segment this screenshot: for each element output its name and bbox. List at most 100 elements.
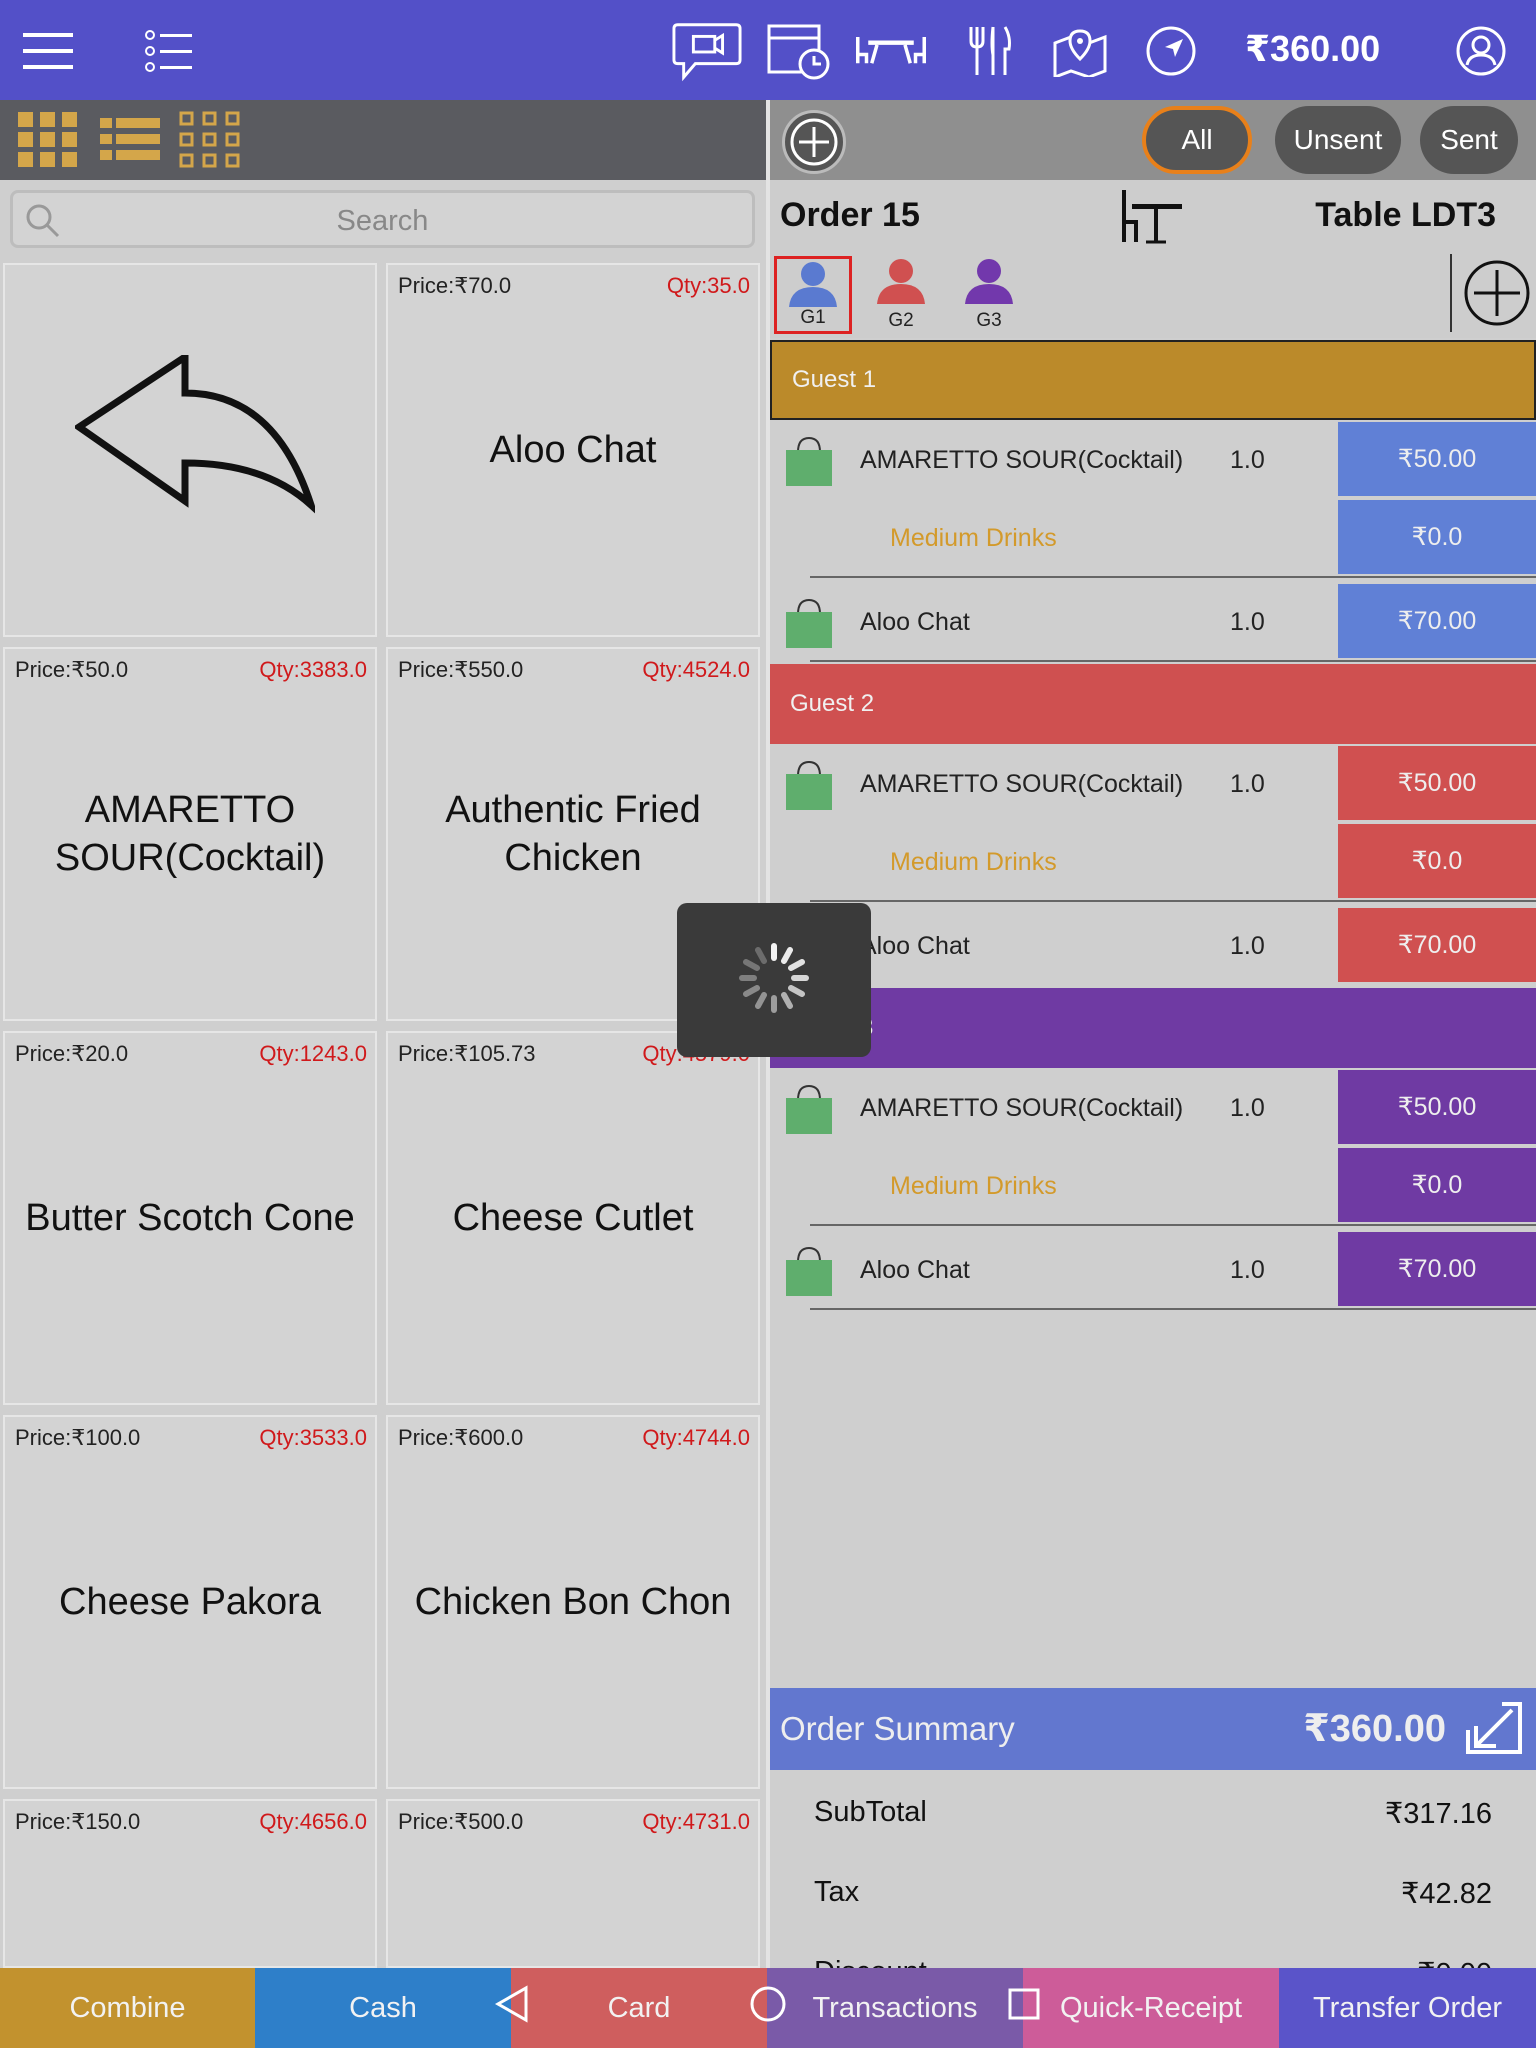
summary-total: ₹360.00 — [1303, 1708, 1446, 1750]
summary-value: ₹0.00 — [1417, 1956, 1492, 1968]
guest-header[interactable]: 3 — [770, 988, 1536, 1068]
item-price: ₹70.00 — [1338, 908, 1536, 982]
order-summary-header[interactable]: Order Summary ₹360.00 — [770, 1688, 1536, 1770]
search-placeholder: Search — [336, 205, 429, 237]
order-item[interactable]: AMARETTO SOUR(Cocktail) 1.0 ₹50.00 — [770, 746, 1536, 824]
product-tile[interactable]: Price:₹600.0 Qty:4744.0 Chicken Bon Chon — [386, 1415, 760, 1789]
nav-home-icon[interactable] — [748, 1984, 788, 2029]
grid-view-icon[interactable] — [16, 110, 80, 170]
product-price: Price:₹150.0 — [15, 1809, 141, 1834]
product-qty: Qty:4656.0 — [259, 1809, 367, 1834]
product-price: Price:₹20.0 — [15, 1041, 129, 1066]
back-tile[interactable] — [3, 263, 377, 637]
product-name: Butter Scotch Cone — [25, 1197, 355, 1239]
back-arrow-icon — [72, 350, 319, 540]
summary-value: ₹317.16 — [1384, 1798, 1492, 1830]
nav-recents-icon[interactable] — [1006, 1984, 1042, 2029]
bottom-action-bar: Combine Cash Card Transactions Quick-Rec… — [0, 1968, 1536, 2048]
product-tile[interactable]: Price:₹105.73 Qty:4579.0 Cheese Cutlet — [386, 1031, 760, 1405]
product-price: Price:₹105.73 — [398, 1041, 536, 1066]
transfer-order-button[interactable]: Transfer Order — [1279, 1968, 1536, 2048]
product-tile[interactable]: Price:₹20.0 Qty:1243.0 Butter Scotch Con… — [3, 1031, 377, 1405]
product-qty: Qty:4524.0 — [642, 657, 750, 682]
order-item[interactable]: Aloo Chat 1.0 ₹70.00 — [770, 584, 1536, 662]
product-tile[interactable]: Price:₹70.0 Qty:35.0 Aloo Chat — [386, 263, 760, 637]
order-panel: All Unsent Sent Order 15 Table LDT3 G1 G… — [770, 100, 1536, 1968]
table-name: Table LDT3 — [1315, 196, 1496, 234]
product-tile[interactable]: Price:₹50.0 Qty:3383.0 AMARETTO SOUR(Coc… — [3, 647, 377, 1021]
product-price: Price:₹600.0 — [398, 1425, 524, 1450]
product-name: AMARETTO SOUR(Cocktail) — [54, 789, 326, 879]
add-guest-icon[interactable] — [1462, 258, 1532, 333]
calendar-clock-icon[interactable] — [764, 16, 834, 86]
search-input[interactable]: Search — [10, 190, 755, 248]
shopping-bag-icon — [784, 598, 834, 655]
modifier-name: Medium Drinks — [890, 524, 1057, 552]
guest-tab-g3[interactable]: G3 — [950, 256, 1028, 334]
product-tile[interactable]: Price:₹150.0 Qty:4656.0 — [3, 1799, 377, 1968]
order-item[interactable]: AMARETTO SOUR(Cocktail) 1.0 ₹50.00 — [770, 422, 1536, 500]
nav-back-icon[interactable] — [494, 1984, 530, 2029]
product-price: Price:₹50.0 — [15, 657, 129, 682]
order-item-modifier[interactable]: Medium Drinks ₹0.0 — [770, 824, 1536, 902]
add-order-button[interactable] — [782, 110, 846, 174]
summary-label: Tax — [814, 1876, 860, 1908]
order-item-modifier[interactable]: Medium Drinks ₹0.0 — [770, 1148, 1536, 1226]
summary-value: ₹42.82 — [1400, 1878, 1492, 1910]
item-name: AMARETTO SOUR(Cocktail) — [860, 770, 1184, 798]
transactions-button[interactable]: Transactions — [767, 1968, 1023, 2048]
video-chat-icon[interactable] — [672, 16, 742, 86]
table-seat-icon — [1120, 188, 1184, 249]
cash-button[interactable]: Cash — [255, 1968, 511, 2048]
menu-icon[interactable] — [14, 16, 84, 86]
list-icon[interactable] — [134, 16, 204, 86]
item-qty: 1.0 — [1230, 1094, 1265, 1122]
filter-all[interactable]: All — [1142, 106, 1252, 174]
divider — [1450, 254, 1452, 332]
product-tile[interactable]: Price:₹100.0 Qty:3533.0 Cheese Pakora — [3, 1415, 377, 1789]
filter-sent[interactable]: Sent — [1420, 106, 1518, 174]
order-item[interactable]: Aloo Chat 1.0 ₹70.00 — [770, 1232, 1536, 1310]
small-grid-view-icon[interactable] — [178, 110, 242, 170]
item-name: Aloo Chat — [860, 1256, 970, 1284]
guest-header[interactable]: Guest 1 — [770, 340, 1536, 420]
guest-tab-g1[interactable]: G1 — [774, 256, 852, 334]
guest-avatar-icon — [789, 262, 837, 307]
item-qty: 1.0 — [1230, 608, 1265, 636]
loading-overlay — [677, 903, 871, 1057]
product-name: Cheese Pakora — [59, 1581, 321, 1623]
user-icon[interactable] — [1446, 16, 1516, 86]
map-pin-icon[interactable] — [1045, 16, 1115, 86]
combine-button[interactable]: Combine — [0, 1968, 255, 2048]
modifier-name: Medium Drinks — [890, 1172, 1057, 1200]
product-price: Price:₹100.0 — [15, 1425, 141, 1450]
item-price: ₹50.00 — [1338, 422, 1536, 496]
product-name: Authentic Fried Chicken — [445, 789, 701, 879]
product-name: Aloo Chat — [489, 429, 657, 471]
list-view-icon[interactable] — [98, 110, 162, 170]
order-item-modifier[interactable]: Medium Drinks ₹0.0 — [770, 500, 1536, 578]
guest-tab-label: G2 — [888, 310, 914, 331]
product-tile[interactable]: Price:₹500.0 Qty:4731.0 — [386, 1799, 760, 1968]
summary-row-subtotal: SubTotal ₹317.16 — [770, 1774, 1536, 1854]
item-qty: 1.0 — [1230, 932, 1265, 960]
collapse-arrow-icon[interactable] — [1464, 1700, 1524, 1761]
quick-receipt-button[interactable]: Quick-Receipt — [1023, 1968, 1279, 2048]
guest-avatar-icon — [965, 259, 1013, 304]
order-item[interactable]: AMARETTO SOUR(Cocktail) 1.0 ₹50.00 — [770, 1070, 1536, 1148]
product-qty: Qty:35.0 — [666, 273, 750, 298]
card-button[interactable]: Card — [511, 1968, 767, 2048]
guest-header[interactable]: Guest 2 — [770, 664, 1536, 744]
navigation-arrow-icon[interactable] — [1136, 16, 1206, 86]
item-name: Aloo Chat — [860, 608, 970, 636]
item-price: ₹0.0 — [1338, 500, 1536, 574]
order-header: Order 15 Table LDT3 — [770, 180, 1536, 250]
fork-knife-icon[interactable] — [955, 16, 1025, 86]
summary-label: SubTotal — [814, 1796, 927, 1828]
filter-unsent[interactable]: Unsent — [1275, 106, 1401, 174]
summary-label: Discount — [814, 1956, 927, 1968]
item-qty: 1.0 — [1230, 770, 1265, 798]
table-icon[interactable] — [856, 16, 926, 86]
order-item[interactable]: Aloo Chat 1.0 ₹70.00 — [770, 908, 1536, 986]
guest-tab-g2[interactable]: G2 — [862, 256, 940, 334]
